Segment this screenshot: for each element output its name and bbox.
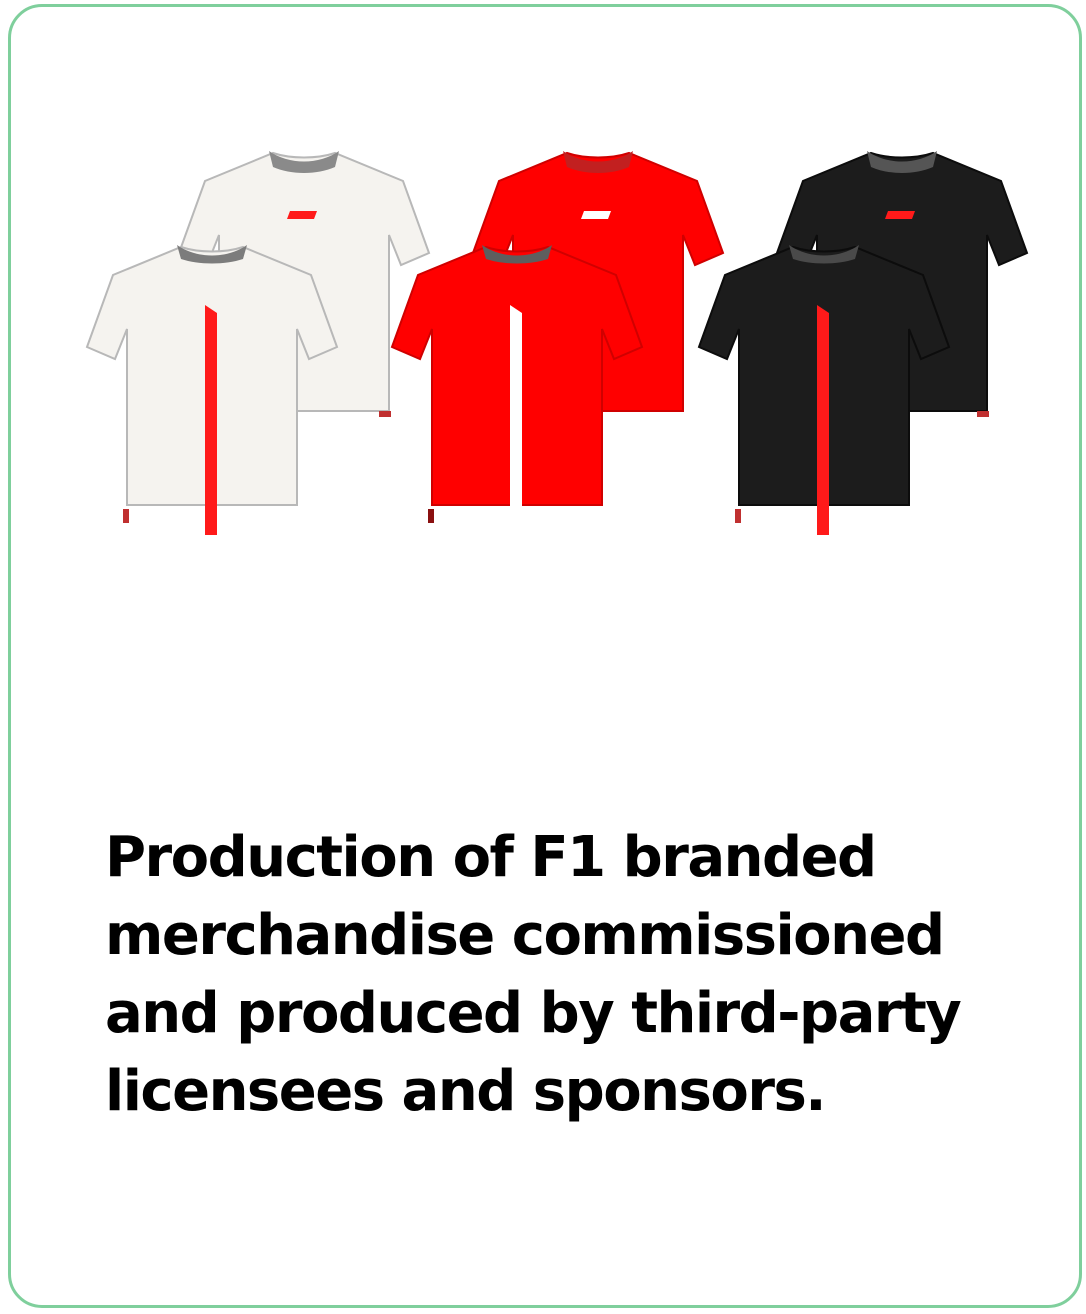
label-tab xyxy=(379,411,391,417)
red-stripe xyxy=(205,305,217,535)
f1-logo-icon xyxy=(581,211,611,219)
f1-logo-icon xyxy=(287,211,317,219)
caption-text: Production of F1 branded merchandise com… xyxy=(105,825,962,1124)
white-stripe xyxy=(510,305,522,535)
tshirts-illustration xyxy=(86,151,1028,535)
label-tab xyxy=(428,509,434,523)
label-tab xyxy=(977,411,989,417)
f1-logo-icon xyxy=(885,211,915,219)
label-tab xyxy=(735,509,741,523)
card: Production of F1 branded merchandise com… xyxy=(8,4,1082,1308)
label-tab xyxy=(123,509,129,523)
red-stripe xyxy=(817,305,829,535)
